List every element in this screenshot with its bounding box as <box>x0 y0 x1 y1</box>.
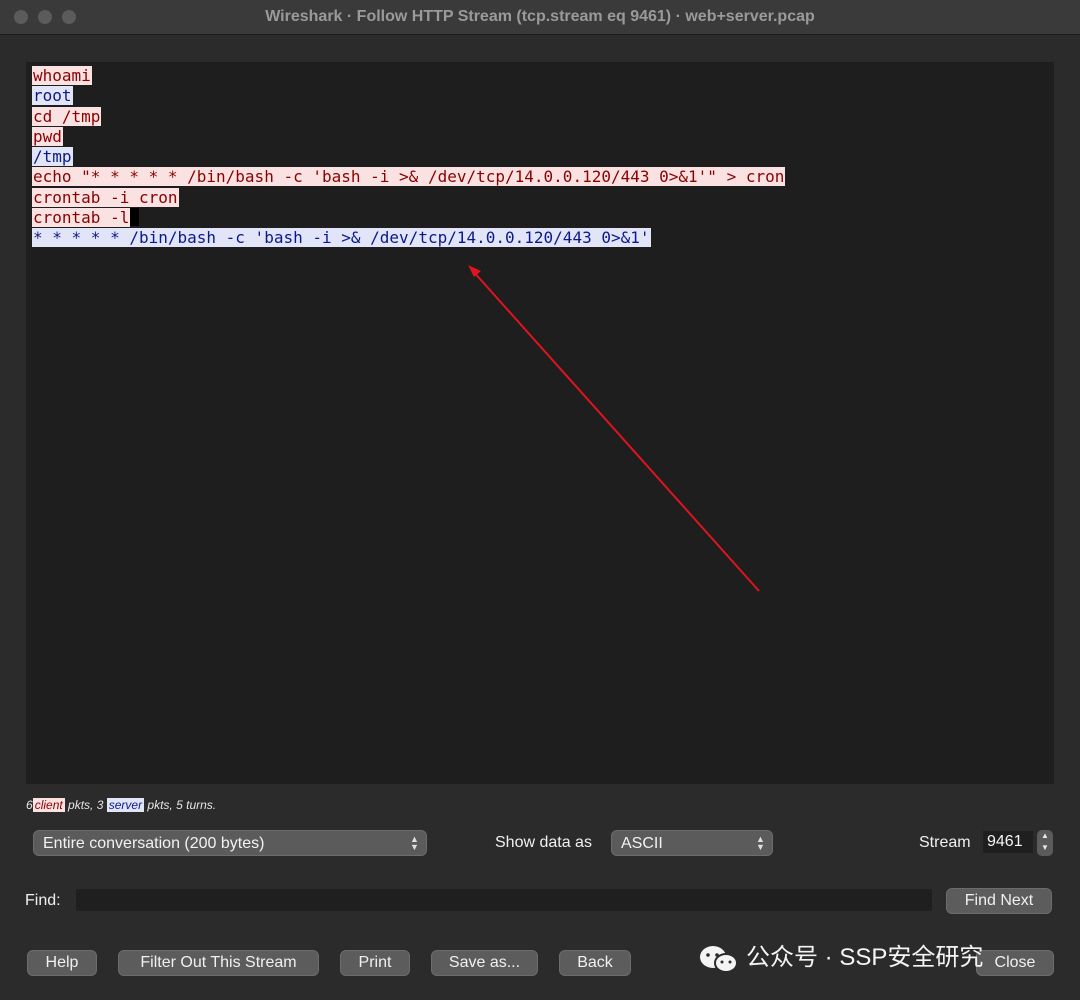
data-format-value: ASCII <box>621 835 663 852</box>
data-format-select[interactable]: ASCII ▲ ▼ <box>611 830 773 856</box>
stream-label: Stream <box>919 834 971 851</box>
stream-number-input[interactable]: 9461 <box>983 831 1033 853</box>
stream-stepper[interactable]: ▲ ▼ <box>1037 830 1053 856</box>
chevron-updown-icon: ▲ ▼ <box>756 834 765 852</box>
help-button[interactable]: Help <box>27 950 97 976</box>
find-input[interactable] <box>76 889 932 911</box>
conversation-select-value: Entire conversation (200 bytes) <box>43 835 265 852</box>
filter-out-stream-button[interactable]: Filter Out This Stream <box>118 950 319 976</box>
server-count: 3 <box>96 798 104 812</box>
client-tag: client <box>32 798 65 812</box>
stream-content[interactable]: whoami root cd /tmp pwd/tmp echo "* * * * * … <box>26 62 1054 784</box>
close-button[interactable]: Close <box>976 950 1054 976</box>
title-bar: Wireshark · Follow HTTP Stream (tcp.stre… <box>0 0 1080 35</box>
conversation-select[interactable]: Entire conversation (200 bytes) ▲ ▼ <box>33 830 427 856</box>
show-data-label: Show data as <box>495 834 592 851</box>
packet-summary: 6 client pkts, 3 server pkts, 5 turns. <box>26 798 216 812</box>
chevron-updown-icon: ▲ ▼ <box>410 834 419 852</box>
wechat-icon <box>700 946 738 973</box>
back-button[interactable]: Back <box>559 950 631 976</box>
watermark-text: 公众号 · SSP安全研究 <box>746 944 984 971</box>
annotation-arrow <box>468 265 760 592</box>
summary-tail-text: pkts, 5 turns. <box>144 798 217 812</box>
save-as-button[interactable]: Save as... <box>431 950 538 976</box>
server-tag: server <box>106 798 145 812</box>
client-count: 6 <box>26 798 33 812</box>
find-next-button[interactable]: Find Next <box>946 888 1052 914</box>
stepper-up-icon[interactable]: ▲ <box>1041 831 1049 840</box>
print-button[interactable]: Print <box>340 950 410 976</box>
find-label: Find: <box>25 892 61 909</box>
summary-mid-text: pkts, <box>64 798 97 812</box>
stepper-down-icon[interactable]: ▼ <box>1041 843 1049 852</box>
window-title: Wireshark · Follow HTTP Stream (tcp.stre… <box>265 8 815 25</box>
